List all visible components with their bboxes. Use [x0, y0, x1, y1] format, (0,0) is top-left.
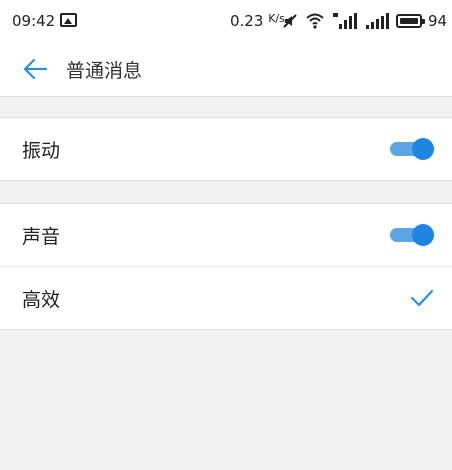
efficient-row[interactable]: 高效 — [0, 266, 452, 329]
sound-toggle[interactable] — [390, 224, 434, 246]
signal-icon — [366, 13, 389, 29]
sound-row[interactable]: 声音 — [0, 204, 452, 266]
image-icon — [60, 13, 77, 27]
4g-signal-icon — [333, 13, 357, 29]
network-speed-value: 0.23 — [230, 12, 264, 30]
back-arrow-icon[interactable] — [22, 58, 48, 80]
efficient-label: 高效 — [22, 289, 61, 311]
vibration-toggle-thumb — [412, 138, 434, 160]
page-title: 普通消息 — [66, 60, 143, 82]
mute-icon — [283, 14, 297, 28]
sound-toggle-thumb — [412, 224, 434, 246]
network-speed: 0.23 K/s — [230, 12, 285, 30]
app-bar: 普通消息 — [0, 42, 452, 97]
vibration-row[interactable]: 振动 — [0, 118, 452, 180]
sound-label: 声音 — [22, 226, 61, 248]
wifi-icon — [306, 13, 324, 29]
checkmark-icon[interactable] — [410, 289, 434, 307]
sound-section: 声音 高效 — [0, 203, 452, 330]
status-bar: 09:42 0.23 K/s 94 — [0, 0, 452, 42]
vibration-section: 振动 — [0, 117, 452, 181]
status-time: 09:42 — [12, 12, 56, 30]
vibration-label: 振动 — [22, 140, 61, 162]
battery-icon — [396, 14, 425, 28]
battery-level: 94 — [428, 12, 448, 30]
vibration-toggle[interactable] — [390, 138, 434, 160]
